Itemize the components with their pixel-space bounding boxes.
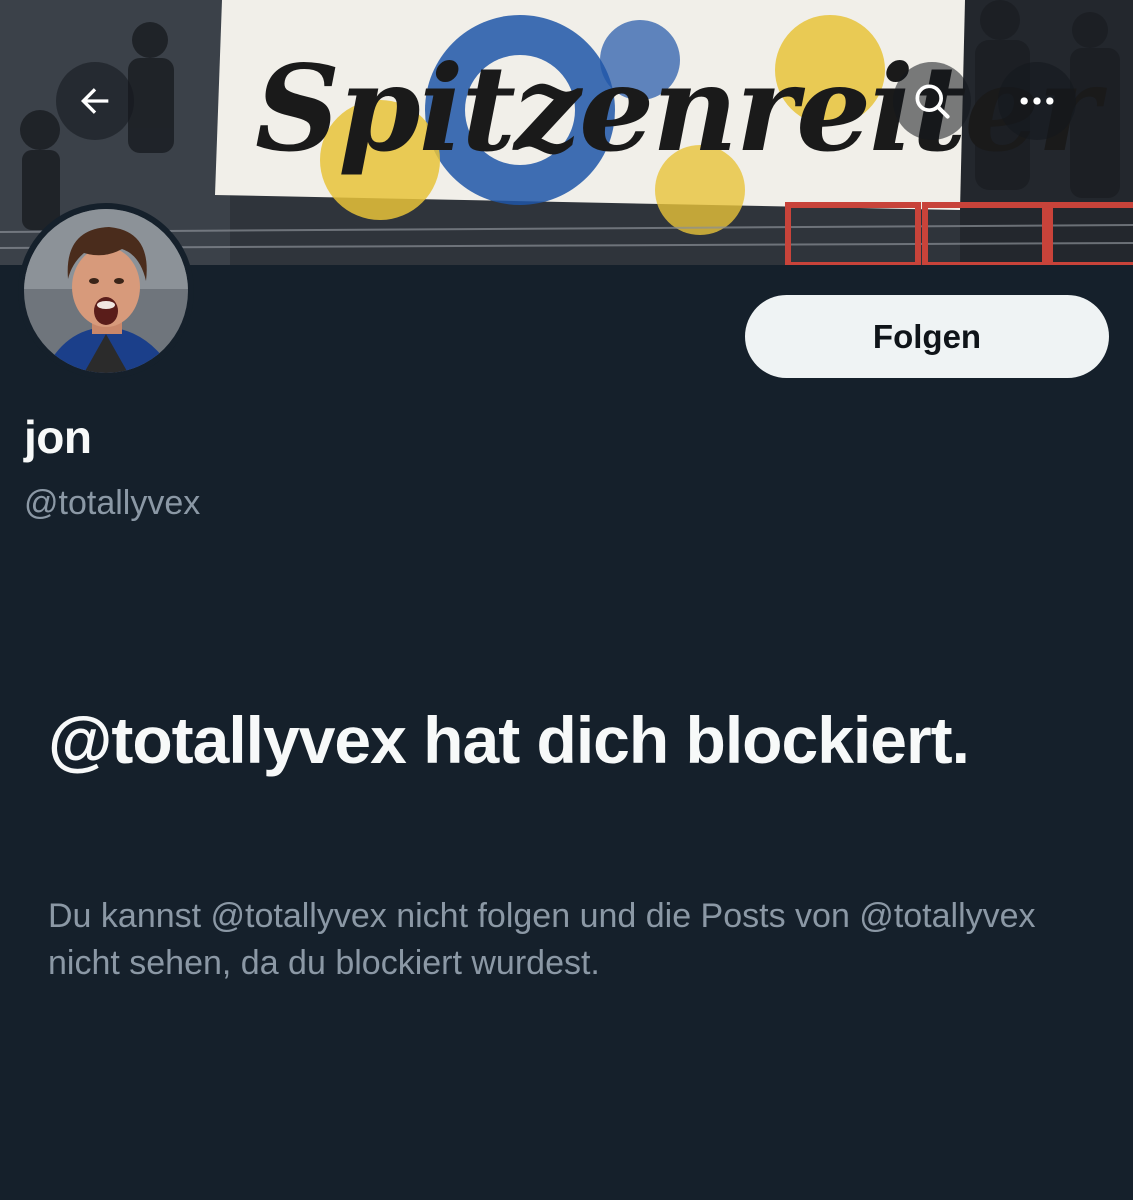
more-button[interactable] <box>998 62 1076 140</box>
follow-button[interactable]: Folgen <box>745 295 1109 378</box>
profile-handle: @totallyvex <box>24 484 201 522</box>
search-button[interactable] <box>893 62 971 140</box>
more-horizontal-icon <box>1020 97 1054 105</box>
back-button[interactable] <box>56 62 134 140</box>
banner-image: Spitzenreiter <box>0 0 1133 265</box>
avatar[interactable] <box>18 203 194 379</box>
arrow-left-icon <box>81 88 109 114</box>
profile-banner[interactable]: Spitzenreiter <box>0 0 1133 265</box>
display-name: jon <box>24 411 92 463</box>
blocked-description: Du kannst @totallyvex nicht folgen und d… <box>48 897 1036 982</box>
search-icon <box>915 84 950 119</box>
avatar-image <box>24 209 188 373</box>
banner-text: Spitzenreiter <box>255 39 1108 178</box>
blocked-title: @totallyvex hat dich blockiert. <box>48 703 970 777</box>
